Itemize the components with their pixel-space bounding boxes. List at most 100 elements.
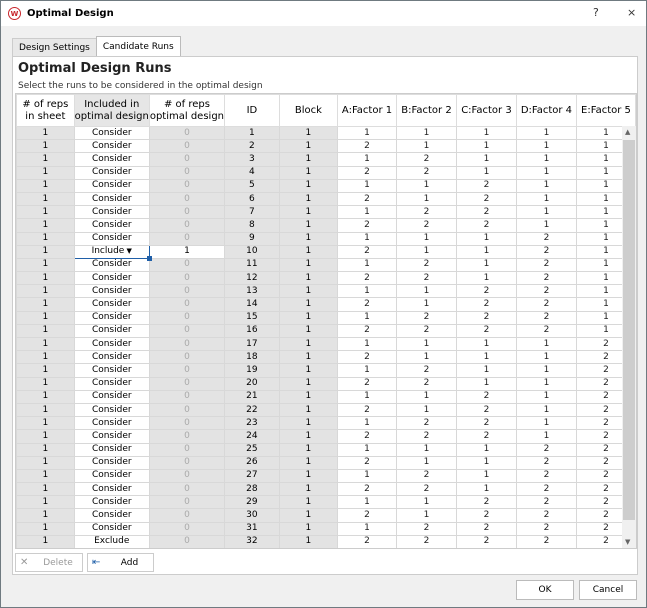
- table-row[interactable]: 1 Consider 0 12 1 2 2 1 2 1: [16, 271, 636, 286]
- factor-c[interactable]: 1: [455, 125, 517, 141]
- included-cell[interactable]: Consider: [73, 442, 150, 457]
- vertical-scrollbar[interactable]: ▲ ▼: [622, 126, 636, 548]
- factor-c[interactable]: 1: [455, 257, 517, 273]
- factor-d[interactable]: 1: [515, 363, 577, 378]
- factor-a[interactable]: 1: [337, 257, 398, 273]
- included-cell[interactable]: Consider: [73, 152, 150, 167]
- factor-a[interactable]: 1: [337, 416, 398, 431]
- factor-d[interactable]: 2: [515, 271, 577, 286]
- factor-d[interactable]: 1: [515, 139, 577, 154]
- factor-d[interactable]: 1: [515, 402, 577, 418]
- factor-d[interactable]: 2: [515, 468, 577, 484]
- factor-a[interactable]: 2: [337, 218, 398, 233]
- factor-d[interactable]: 2: [515, 442, 577, 457]
- factor-d[interactable]: 2: [515, 231, 577, 246]
- factor-a[interactable]: 2: [337, 297, 398, 312]
- table-row[interactable]: 1 Consider 0 11 1 1 2 1 2 1: [16, 257, 636, 273]
- factor-d[interactable]: 2: [515, 495, 577, 510]
- table-row[interactable]: 1 Consider 0 25 1 1 1 1 2 2: [16, 442, 636, 457]
- factor-b[interactable]: 1: [396, 231, 457, 246]
- factor-a[interactable]: 1: [337, 152, 398, 167]
- factor-c[interactable]: 1: [455, 231, 517, 246]
- included-cell[interactable]: Consider: [73, 376, 150, 391]
- factor-b[interactable]: 1: [396, 244, 457, 259]
- table-row[interactable]: 1 Consider 0 5 1 1 1 2 1 1: [16, 178, 636, 193]
- factor-a[interactable]: 1: [337, 468, 398, 484]
- included-cell[interactable]: Consider: [73, 165, 150, 180]
- factor-a[interactable]: 2: [337, 350, 398, 365]
- table-row[interactable]: 1 Consider 0 28 1 2 2 1 2 2: [16, 482, 636, 497]
- factor-c[interactable]: 2: [455, 534, 517, 548]
- factor-d[interactable]: 2: [515, 323, 577, 339]
- factor-d[interactable]: 2: [515, 257, 577, 273]
- table-row[interactable]: 1 Consider 0 29 1 1 1 2 2 2: [16, 495, 636, 510]
- factor-a[interactable]: 1: [337, 521, 398, 536]
- table-row[interactable]: 1 Consider 0 22 1 2 1 2 1 2: [16, 402, 636, 418]
- included-cell[interactable]: Consider: [73, 205, 150, 220]
- included-cell[interactable]: Consider: [73, 350, 150, 365]
- table-row[interactable]: 1 Consider 0 30 1 2 1 2 2 2: [16, 508, 636, 523]
- factor-c[interactable]: 2: [455, 178, 517, 193]
- factor-b[interactable]: 1: [396, 191, 457, 207]
- factor-c[interactable]: 2: [455, 416, 517, 431]
- factor-a[interactable]: 1: [337, 205, 398, 220]
- table-row[interactable]: 1 Consider 0 6 1 2 1 2 1 1: [16, 191, 636, 207]
- factor-c[interactable]: 1: [455, 244, 517, 259]
- factor-b[interactable]: 1: [396, 402, 457, 418]
- factor-b[interactable]: 2: [396, 534, 457, 548]
- table-row[interactable]: 1 Consider 0 17 1 1 1 1 1 2: [16, 336, 636, 352]
- factor-b[interactable]: 2: [396, 363, 457, 378]
- included-cell[interactable]: Consider: [73, 482, 150, 497]
- included-cell[interactable]: Consider: [73, 468, 150, 484]
- factor-b[interactable]: 2: [396, 257, 457, 273]
- factor-a[interactable]: 1: [337, 284, 398, 299]
- included-cell[interactable]: Consider: [73, 297, 150, 312]
- table-row[interactable]: 1 Consider 0 9 1 1 1 1 2 1: [16, 231, 636, 246]
- factor-b[interactable]: 2: [396, 310, 457, 325]
- included-cell[interactable]: Consider: [73, 310, 150, 325]
- table-row[interactable]: 1 Consider 0 27 1 1 2 1 2 2: [16, 468, 636, 484]
- factor-c[interactable]: 2: [455, 508, 517, 523]
- included-cell[interactable]: Consider: [73, 429, 150, 444]
- factor-a[interactable]: 2: [337, 244, 398, 259]
- factor-b[interactable]: 2: [396, 521, 457, 536]
- tab-design-settings[interactable]: Design Settings: [12, 38, 97, 56]
- factor-a[interactable]: 2: [337, 323, 398, 339]
- factor-c[interactable]: 2: [455, 218, 517, 233]
- table-row[interactable]: 1 Consider 0 7 1 1 2 2 1 1: [16, 205, 636, 220]
- included-cell[interactable]: Consider: [73, 139, 150, 154]
- factor-c[interactable]: 2: [455, 310, 517, 325]
- factor-a[interactable]: 1: [337, 178, 398, 193]
- factor-c[interactable]: 2: [455, 495, 517, 510]
- factor-d[interactable]: 1: [515, 429, 577, 444]
- factor-a[interactable]: 1: [337, 495, 398, 510]
- table-row[interactable]: 1 Consider 0 14 1 2 1 2 2 1: [16, 297, 636, 312]
- factor-c[interactable]: 2: [455, 323, 517, 339]
- factor-d[interactable]: 1: [515, 165, 577, 180]
- included-cell[interactable]: Consider: [73, 508, 150, 523]
- factor-a[interactable]: 2: [337, 271, 398, 286]
- factor-d[interactable]: 2: [515, 482, 577, 497]
- factor-a[interactable]: 1: [337, 442, 398, 457]
- factor-d[interactable]: 1: [515, 350, 577, 365]
- factor-d[interactable]: 1: [515, 205, 577, 220]
- factor-b[interactable]: 1: [396, 389, 457, 404]
- included-cell[interactable]: Consider: [73, 218, 150, 233]
- factor-b[interactable]: 1: [396, 350, 457, 365]
- column-header[interactable]: A:Factor 1: [337, 94, 398, 127]
- factor-d[interactable]: 2: [515, 508, 577, 523]
- factor-d[interactable]: 1: [515, 376, 577, 391]
- ok-button[interactable]: OK: [516, 580, 574, 600]
- column-header[interactable]: D:Factor 4: [515, 94, 577, 127]
- factor-b[interactable]: 1: [396, 284, 457, 299]
- included-cell[interactable]: Consider: [73, 455, 150, 470]
- factor-b[interactable]: 2: [396, 416, 457, 431]
- included-cell[interactable]: Consider: [73, 284, 150, 299]
- table-row[interactable]: 1 Consider 0 13 1 1 1 2 2 1: [16, 284, 636, 299]
- factor-b[interactable]: 2: [396, 271, 457, 286]
- scroll-up-icon[interactable]: ▲: [625, 128, 630, 136]
- factor-d[interactable]: 2: [515, 521, 577, 536]
- factor-d[interactable]: 2: [515, 284, 577, 299]
- dropdown-arrow-icon[interactable]: ▼: [124, 247, 132, 255]
- table-row[interactable]: 1 Consider 0 23 1 1 2 2 1 2: [16, 416, 636, 431]
